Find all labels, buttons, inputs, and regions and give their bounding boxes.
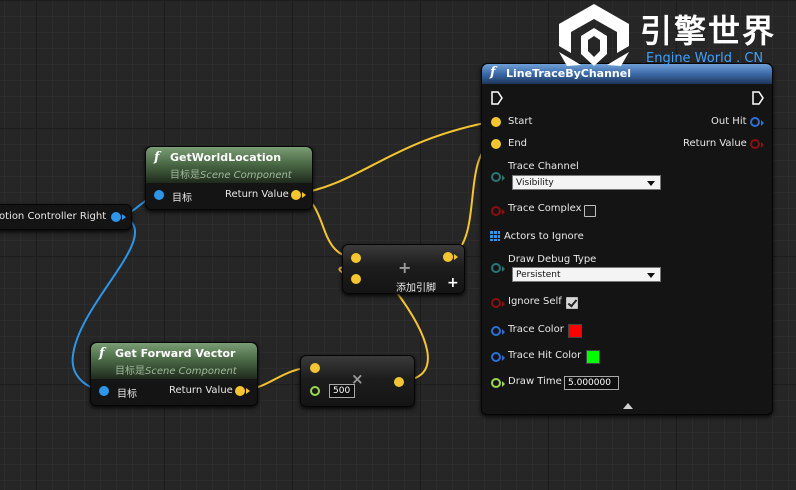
get-forward-vector-node[interactable]: f Get Forward Vector 目标是Scene Component …	[90, 342, 258, 406]
multiply-output-pin[interactable]	[394, 377, 404, 387]
exec-input-pin[interactable]	[491, 91, 503, 105]
trace-hit-color-pin[interactable]	[491, 352, 505, 362]
multiply-vector-node[interactable]: 500 ×	[300, 355, 415, 407]
multiply-input-b-pin[interactable]	[310, 386, 320, 396]
wire-location-to-start	[295, 120, 496, 195]
get-world-location-target-pin[interactable]	[154, 190, 164, 200]
add-operator-icon: +	[398, 258, 412, 277]
trace-color-swatch[interactable]	[568, 324, 582, 338]
add-input-a-pin[interactable]	[351, 253, 361, 263]
engine-world-logo-icon	[559, 4, 629, 66]
chevron-up-icon[interactable]	[623, 403, 633, 409]
watermark-title-cn: 引擎世界	[640, 12, 777, 50]
draw-time-field[interactable]: 5.000000	[564, 376, 619, 390]
trace-complex-checkbox[interactable]	[584, 205, 596, 217]
function-icon: f	[154, 150, 160, 165]
trace-color-label: Trace Color	[508, 324, 564, 335]
get-world-location-title: GetWorldLocation	[170, 151, 282, 164]
trace-color-pin[interactable]	[491, 326, 505, 336]
chevron-down-icon	[647, 181, 655, 186]
trace-complex-pin[interactable]	[491, 206, 505, 216]
draw-debug-type-label: Draw Debug Type	[508, 254, 597, 265]
function-icon: f	[490, 65, 496, 80]
start-pin[interactable]	[491, 117, 501, 127]
draw-time-pin[interactable]	[491, 378, 505, 388]
get-world-location-return-pin[interactable]	[291, 190, 306, 200]
trace-channel-pin[interactable]	[491, 172, 505, 182]
trace-hit-color-swatch[interactable]	[586, 350, 600, 364]
draw-debug-type-value: Persistent	[516, 270, 561, 280]
get-world-location-target-label: 目标	[172, 193, 192, 204]
get-forward-vector-subtitle: 目标是Scene Component	[115, 366, 237, 377]
out-hit-pin[interactable]	[750, 117, 764, 127]
add-input-b-pin[interactable]	[351, 274, 361, 284]
get-forward-vector-return-pin[interactable]	[235, 386, 250, 396]
exec-output-pin[interactable]	[752, 91, 764, 105]
trace-channel-value: Visibility	[516, 178, 554, 188]
out-hit-label: Out Hit	[711, 116, 747, 127]
end-pin[interactable]	[491, 139, 501, 149]
end-label: End	[508, 138, 528, 149]
motion-controller-label: otion Controller Right	[0, 211, 107, 222]
get-forward-vector-header: f Get Forward Vector 目标是Scene Component	[91, 343, 257, 379]
get-forward-vector-return-label: Return Value	[169, 385, 233, 396]
trace-channel-label: Trace Channel	[508, 161, 579, 172]
get-world-location-node[interactable]: f GetWorldLocation 目标是Scene Component 目标…	[145, 146, 313, 210]
watermark-title-en: Engine World . CN	[646, 51, 764, 66]
ignore-self-checkbox[interactable]	[566, 297, 578, 309]
return-value-label: Return Value	[683, 138, 747, 149]
chevron-down-icon	[647, 273, 655, 278]
multiply-input-a-pin[interactable]	[310, 363, 320, 373]
get-world-location-header: f GetWorldLocation 目标是Scene Component	[146, 147, 312, 183]
get-world-location-subtitle: 目标是Scene Component	[170, 170, 292, 181]
get-world-location-return-label: Return Value	[225, 189, 289, 200]
draw-debug-type-pin[interactable]	[491, 263, 505, 273]
get-forward-vector-title: Get Forward Vector	[115, 347, 236, 360]
line-trace-title: LineTraceByChannel	[506, 67, 631, 80]
get-forward-vector-target-label: 目标	[117, 389, 137, 400]
trace-channel-dropdown[interactable]: Visibility	[512, 175, 661, 190]
add-output-pin[interactable]	[443, 252, 458, 262]
motion-controller-output-pin[interactable]	[111, 212, 126, 222]
actors-to-ignore-label: Actors to Ignore	[504, 231, 584, 242]
get-forward-vector-target-pin[interactable]	[99, 386, 109, 396]
array-icon[interactable]	[490, 231, 500, 241]
return-value-pin[interactable]	[750, 139, 764, 149]
ignore-self-label: Ignore Self	[508, 296, 562, 307]
ignore-self-pin[interactable]	[491, 298, 505, 308]
draw-time-label: Draw Time	[508, 376, 562, 387]
add-pin-label[interactable]: 添加引脚	[396, 279, 436, 294]
line-trace-by-channel-node[interactable]: f LineTraceByChannel Start End Out Hit R…	[481, 63, 773, 415]
add-pin-icon[interactable]: +	[447, 275, 459, 291]
trace-complex-label: Trace Complex	[508, 203, 582, 214]
add-vector-node[interactable]: + 添加引脚 +	[342, 244, 465, 294]
draw-debug-type-dropdown[interactable]: Persistent	[512, 267, 661, 282]
trace-hit-color-label: Trace Hit Color	[508, 350, 582, 361]
motion-controller-node[interactable]: otion Controller Right	[0, 204, 132, 230]
function-icon: f	[99, 346, 105, 361]
start-label: Start	[508, 116, 533, 127]
multiply-operator-icon: ×	[351, 370, 364, 388]
